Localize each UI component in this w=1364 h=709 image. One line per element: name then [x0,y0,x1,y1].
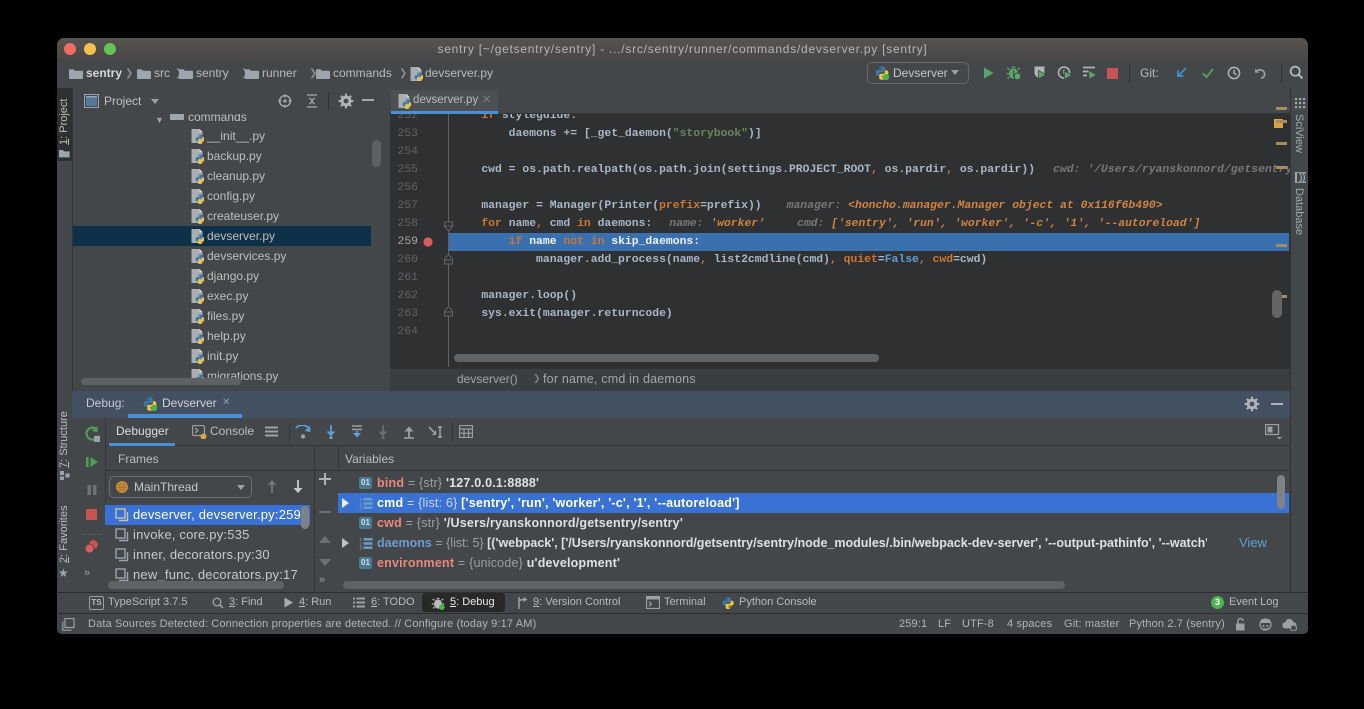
svg-text:3: 3 [360,546,363,550]
svg-text:3: 3 [360,506,363,510]
